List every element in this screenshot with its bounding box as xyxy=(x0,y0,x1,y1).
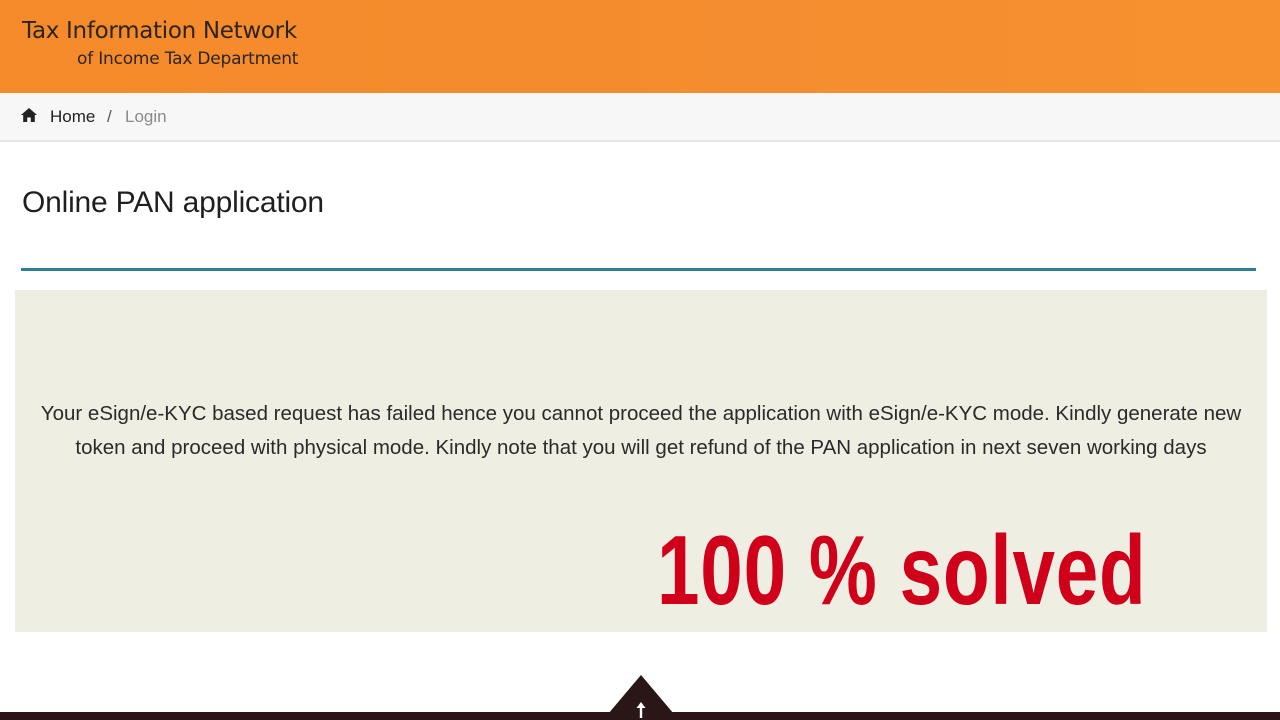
site-logo-title[interactable]: Tax Information Network xyxy=(22,18,297,44)
breadcrumb-current: Login xyxy=(125,107,167,126)
title-divider xyxy=(21,268,1256,271)
breadcrumb: Home / Login xyxy=(0,93,1280,142)
scroll-to-top-button[interactable] xyxy=(603,675,679,720)
overlay-caption: 100 % solved xyxy=(657,515,1147,625)
site-header: Tax Information Network of Income Tax De… xyxy=(0,0,1280,93)
breadcrumb-home-link[interactable]: Home xyxy=(50,107,95,127)
home-icon[interactable] xyxy=(20,107,38,123)
site-logo-subtitle[interactable]: of Income Tax Department xyxy=(77,49,298,69)
error-message: Your eSign/e-KYC based request has faile… xyxy=(40,402,1242,459)
page-title: Online PAN application xyxy=(22,186,324,219)
breadcrumb-separator: / xyxy=(107,107,112,126)
